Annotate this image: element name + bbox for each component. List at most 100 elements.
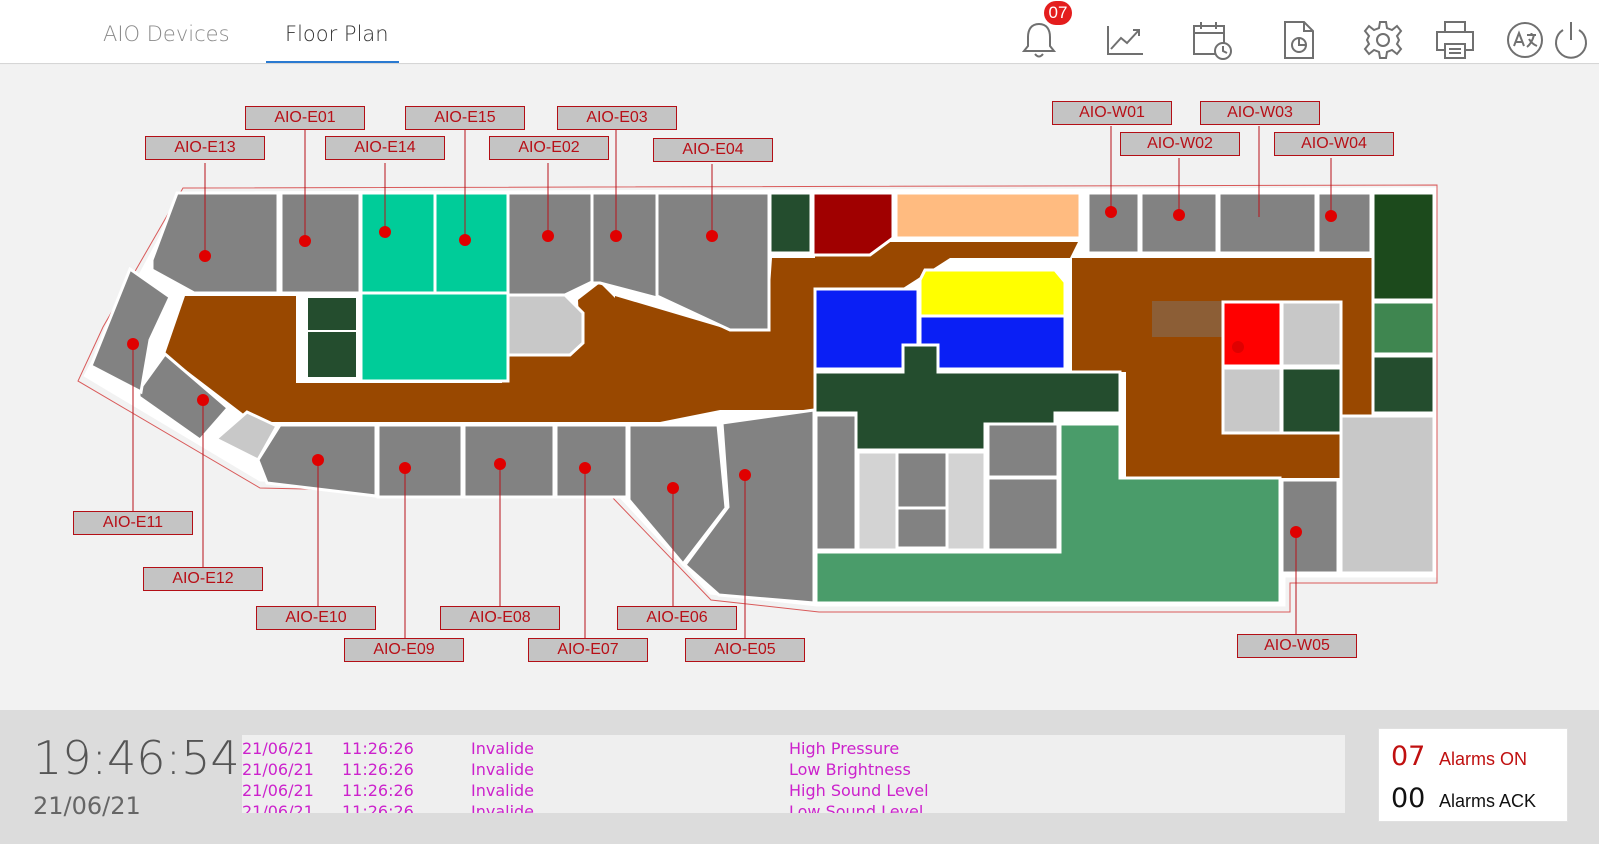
calendar-clock-icon[interactable] — [1190, 18, 1234, 62]
device-label-aio-e07[interactable]: AIO-E07 — [528, 638, 648, 662]
device-label-aio-e11[interactable]: AIO-E11 — [73, 511, 193, 535]
room-green-east — [1371, 300, 1436, 356]
device-dot-e13[interactable] — [199, 250, 211, 262]
device-label-aio-w04[interactable]: AIO-W04 — [1274, 132, 1394, 156]
device-dot-e07[interactable] — [579, 462, 591, 474]
alarms-ack-label: Alarms ACK — [1439, 791, 1537, 811]
device-dot-w04[interactable] — [1325, 210, 1337, 222]
room-w05 — [1280, 478, 1340, 575]
device-label-aio-e02[interactable]: AIO-E02 — [489, 136, 609, 160]
log-time: 11:26:26 — [342, 802, 414, 813]
room-lobby — [1152, 301, 1222, 337]
device-label-aio-w02[interactable]: AIO-W02 — [1120, 132, 1240, 156]
device-label-aio-e03[interactable]: AIO-E03 — [557, 106, 677, 130]
alarm-summary-panel: 07 Alarms ON 00 Alarms ACK — [1378, 728, 1568, 822]
device-dot-e03[interactable] — [610, 230, 622, 242]
device-label-aio-e12[interactable]: AIO-E12 — [143, 567, 263, 591]
device-label-aio-e01[interactable]: AIO-E01 — [245, 106, 365, 130]
room-e07 — [554, 423, 629, 499]
device-dot-e10[interactable] — [312, 454, 324, 466]
device-dot-e14[interactable] — [379, 226, 391, 238]
room-tech — [814, 413, 858, 552]
power-icon[interactable] — [1549, 18, 1593, 62]
device-dot-e09[interactable] — [399, 462, 411, 474]
device-dot-e15[interactable] — [459, 234, 471, 246]
report-icon[interactable] — [1277, 18, 1321, 62]
log-status: Invalide — [471, 739, 535, 758]
log-date: 21/06/21 — [242, 802, 314, 813]
room-blue-2 — [918, 314, 1067, 371]
log-time: 11:26:26 — [342, 760, 414, 779]
alarms-on-label: Alarms ON — [1439, 749, 1528, 769]
room-shower-2 — [986, 422, 1060, 479]
room-yellow — [918, 268, 1067, 318]
device-label-aio-w03[interactable]: AIO-W03 — [1200, 101, 1320, 125]
device-dot-e01[interactable] — [299, 235, 311, 247]
log-status: Invalide — [471, 760, 535, 779]
room-dark-top — [768, 191, 813, 255]
app-window: AIO Devices Floor Plan 07 AIO-E01 AIO-E0… — [0, 0, 1599, 844]
chart-icon[interactable] — [1103, 18, 1147, 62]
log-message: High Sound Level — [789, 781, 929, 800]
device-label-aio-e15[interactable]: AIO-E15 — [405, 106, 525, 130]
device-label-aio-e04[interactable]: AIO-E04 — [653, 138, 773, 162]
room-dark-east — [1371, 191, 1436, 302]
log-message: Low Brightness — [789, 760, 911, 779]
log-date: 21/06/21 — [242, 781, 314, 800]
device-dot-e02[interactable] — [542, 230, 554, 242]
alarms-on-count: 07 — [1391, 741, 1426, 772]
printer-icon[interactable] — [1433, 18, 1477, 62]
device-label-aio-e13[interactable]: AIO-E13 — [145, 136, 265, 160]
device-dot-w02[interactable] — [1173, 209, 1185, 221]
device-label-aio-e06[interactable]: AIO-E06 — [617, 606, 737, 630]
device-label-aio-e09[interactable]: AIO-E09 — [344, 638, 464, 662]
room-e08 — [462, 423, 556, 499]
device-label-aio-w01[interactable]: AIO-W01 — [1052, 101, 1172, 125]
room-dark-east-2 — [1371, 354, 1436, 415]
log-date: 21/06/21 — [242, 739, 314, 758]
room-dark-small-1 — [306, 296, 358, 332]
device-dot-e05[interactable] — [739, 469, 751, 481]
event-log-list[interactable]: 21/06/21 11:26:26 Invalide High Pressure… — [242, 735, 1345, 813]
device-label-aio-w05[interactable]: AIO-W05 — [1237, 634, 1357, 658]
log-message: Low Sound Level — [789, 802, 924, 813]
floor-plan-drawing — [77, 126, 1438, 651]
active-tab-indicator — [266, 61, 399, 63]
device-dot-red-room[interactable] — [1232, 341, 1244, 353]
log-time: 11:26:26 — [342, 781, 414, 800]
room-e09 — [376, 423, 464, 499]
room-w03 — [1217, 191, 1318, 255]
room-e14 — [359, 191, 437, 295]
log-date: 21/06/21 — [242, 760, 314, 779]
tab-aio-devices[interactable]: AIO Devices — [103, 22, 230, 46]
device-dot-w01[interactable] — [1105, 206, 1117, 218]
clock-date: 21/06/21 — [33, 792, 141, 820]
room-shower — [895, 450, 949, 510]
room-w01 — [1086, 191, 1141, 255]
status-footer: 19:46:54 21/06/21 21/06/21 11:26:26 Inva… — [0, 710, 1599, 844]
room-e13 — [150, 191, 280, 295]
device-dot-e11[interactable] — [127, 338, 139, 350]
device-dot-e04[interactable] — [706, 230, 718, 242]
room-meeting-south — [1339, 414, 1436, 575]
floor-plan-canvas: AIO-E01 AIO-E02 AIO-E03 AIO-E04 AIO-E05 … — [0, 65, 1599, 710]
device-dot-e06[interactable] — [667, 482, 679, 494]
alarms-ack-count: 00 — [1391, 783, 1426, 814]
device-dot-w05[interactable] — [1290, 526, 1302, 538]
gear-icon[interactable] — [1361, 18, 1405, 62]
clock-time: 19:46:54 — [33, 731, 240, 785]
device-label-aio-e08[interactable]: AIO-E08 — [440, 606, 560, 630]
device-label-aio-e14[interactable]: AIO-E14 — [325, 136, 445, 160]
room-red — [1221, 300, 1283, 368]
device-label-aio-e05[interactable]: AIO-E05 — [685, 638, 805, 662]
device-dot-e08[interactable] — [494, 458, 506, 470]
log-time: 11:26:26 — [342, 739, 414, 758]
room-w04 — [1316, 191, 1373, 255]
tab-floor-plan[interactable]: Floor Plan — [285, 22, 389, 46]
device-label-aio-e10[interactable]: AIO-E10 — [256, 606, 376, 630]
room-e02 — [506, 191, 594, 297]
translate-icon[interactable] — [1503, 18, 1547, 62]
room-dark-e3 — [1280, 366, 1343, 435]
device-dot-e12[interactable] — [197, 394, 209, 406]
room-dark-red — [811, 191, 895, 257]
